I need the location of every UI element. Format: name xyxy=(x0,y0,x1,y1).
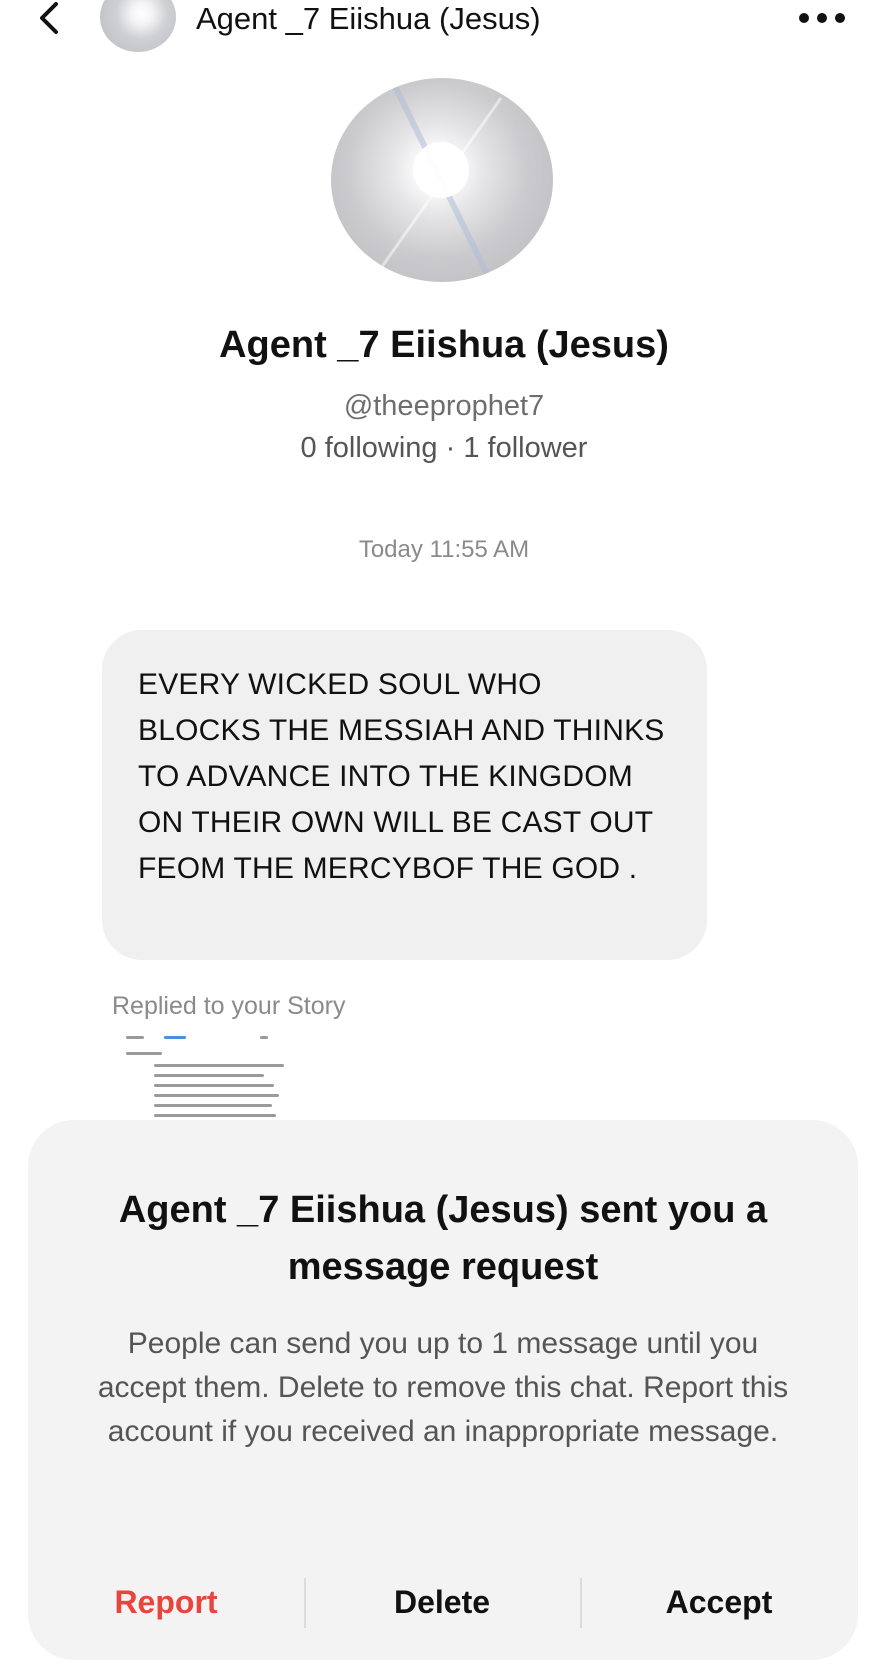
request-description: People can send you up to 1 message unti… xyxy=(97,1327,789,1448)
accept-button[interactable]: Accept xyxy=(580,1570,858,1634)
header-avatar[interactable] xyxy=(100,0,176,52)
story-reply-label: Replied to your Story xyxy=(112,992,346,1020)
report-button[interactable]: Report xyxy=(28,1570,304,1634)
profile-avatar[interactable] xyxy=(331,78,553,282)
request-actions: Report Delete Accept xyxy=(28,1570,858,1634)
more-horizontal-icon[interactable] xyxy=(796,8,848,28)
message-request-screen: Agent _7 Eiishua (Jesus) Agent _7 Eiishu… xyxy=(0,0,888,1668)
header-title[interactable]: Agent _7 Eiishua (Jesus) xyxy=(196,0,541,40)
request-title: Agent _7 Eiishua (Jesus) sent you a mess… xyxy=(118,1189,768,1288)
message-bubble[interactable]: EVERY WICKED SOUL WHO BLOCKS THE MESSIAH… xyxy=(102,630,707,960)
top-bar: Agent _7 Eiishua (Jesus) xyxy=(0,0,888,60)
story-thumbnail[interactable] xyxy=(120,1028,320,1124)
message-text: EVERY WICKED SOUL WHO BLOCKS THE MESSIAH… xyxy=(138,668,665,885)
profile-handle: @theeprophet7 xyxy=(343,390,545,422)
profile-name: Agent _7 Eiishua (Jesus) xyxy=(219,324,669,366)
chevron-left-icon[interactable] xyxy=(30,0,70,40)
lens-flare-decoration xyxy=(379,78,503,282)
delete-button[interactable]: Delete xyxy=(304,1570,580,1634)
profile-stats: 0 following · 1 follower xyxy=(300,432,588,464)
message-request-sheet: Agent _7 Eiishua (Jesus) sent you a mess… xyxy=(28,1120,858,1660)
message-timestamp: Today 11:55 AM xyxy=(358,536,530,563)
